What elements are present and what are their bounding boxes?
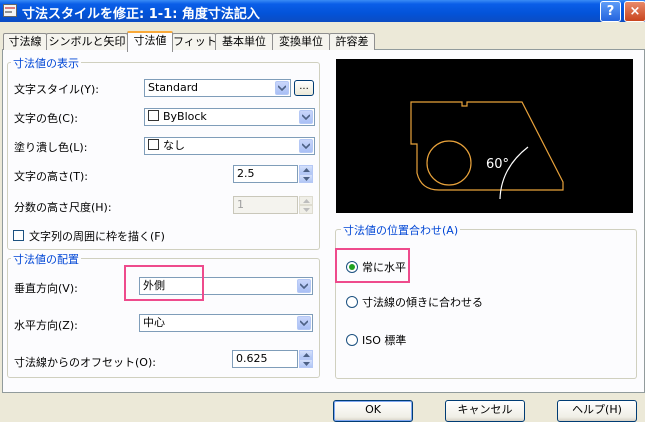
vertical-highlight (124, 265, 204, 301)
radio-aligned-label: 寸法線の傾きに合わせる (362, 296, 483, 309)
draw-frame-label: 文字列の周囲に枠を描く(F) (29, 230, 165, 243)
vertical-label: 垂直方向(V): (14, 282, 78, 295)
text-height-label: 文字の高さ(T): (14, 170, 89, 183)
radio-iso[interactable] (346, 334, 358, 346)
text-appearance-title: 寸法値の表示 (11, 55, 81, 71)
text-style-label: 文字スタイル(Y): (14, 83, 100, 96)
text-placement-title: 寸法値の配置 (11, 251, 81, 267)
tab-symbols-arrows[interactable]: シンボルと矢印 (46, 33, 128, 50)
fraction-height-input: 1 (233, 196, 298, 214)
tab-fit[interactable]: フィット (172, 33, 217, 50)
chevron-down-icon[interactable] (297, 316, 311, 330)
text-color-combo[interactable]: ByBlock (144, 108, 315, 126)
color-swatch-icon (148, 110, 159, 121)
spin-down-icon (299, 205, 313, 214)
tab-primary-units[interactable]: 基本単位 (215, 33, 273, 50)
spin-down-icon[interactable] (299, 174, 313, 183)
chevron-down-icon[interactable] (299, 139, 313, 153)
offset-spinner[interactable] (299, 350, 313, 368)
text-style-value: Standard (148, 81, 199, 94)
ok-button[interactable]: OK (333, 400, 413, 422)
title-bar[interactable]: 寸法スタイルを修正: 1-1: 角度寸法記入 ? × (0, 0, 645, 22)
color-swatch-icon (148, 139, 159, 150)
text-style-browse-button[interactable]: ... (294, 80, 314, 96)
title-close-button[interactable]: × (624, 1, 645, 22)
title-help-button[interactable]: ? (600, 1, 621, 22)
spin-down-icon[interactable] (299, 359, 313, 368)
fill-color-combo[interactable]: なし (144, 137, 315, 155)
app-icon (3, 4, 17, 17)
horizontal-value: 中心 (143, 316, 165, 329)
preview-angle-text: 60° (486, 157, 509, 172)
fraction-height-spinner (299, 196, 313, 214)
text-height-spinner[interactable] (299, 165, 313, 183)
dimension-preview: 60° (336, 59, 633, 213)
help-button[interactable]: ヘルプ(H) (557, 400, 637, 422)
cancel-button[interactable]: キャンセル (445, 400, 525, 422)
horizontal-combo[interactable]: 中心 (139, 314, 313, 332)
fraction-height-label: 分数の高さ尺度(H): (14, 201, 112, 214)
alignment-highlight (335, 248, 410, 283)
chevron-down-icon[interactable] (297, 279, 311, 293)
preview-hole (426, 140, 472, 186)
radio-aligned[interactable] (346, 296, 358, 308)
tab-tolerances[interactable]: 許容差 (329, 33, 375, 50)
spin-up-icon[interactable] (299, 165, 313, 174)
horizontal-label: 水平方向(Z): (14, 319, 78, 332)
spin-up-icon[interactable] (299, 350, 313, 359)
window-title: 寸法スタイルを修正: 1-1: 角度寸法記入 (22, 7, 260, 22)
text-alignment-title: 寸法値の位置合わせ(A) (341, 222, 461, 238)
draw-frame-checkbox[interactable] (13, 230, 24, 241)
text-color-value: ByBlock (163, 110, 207, 123)
text-style-combo[interactable]: Standard (144, 79, 291, 97)
chevron-down-icon[interactable] (275, 81, 289, 95)
offset-input[interactable]: 0.625 (232, 350, 298, 368)
preview-dimension-arc (499, 146, 529, 200)
radio-iso-label: ISO 標準 (362, 334, 407, 347)
text-color-label: 文字の色(C): (14, 112, 78, 125)
preview-drawing: 60° (410, 101, 564, 200)
text-height-input[interactable]: 2.5 (233, 165, 298, 183)
offset-label: 寸法線からのオフセット(O): (14, 356, 156, 369)
spin-up-icon (299, 196, 313, 205)
fill-color-label: 塗り潰し色(L): (14, 141, 88, 154)
tab-alternate-units[interactable]: 変換単位 (272, 33, 330, 50)
preview-part-outline (410, 101, 564, 191)
tab-dimension-lines[interactable]: 寸法線 (3, 33, 47, 50)
tab-text[interactable]: 寸法値 (127, 31, 173, 52)
fill-color-value: なし (163, 139, 185, 152)
chevron-down-icon[interactable] (299, 110, 313, 124)
